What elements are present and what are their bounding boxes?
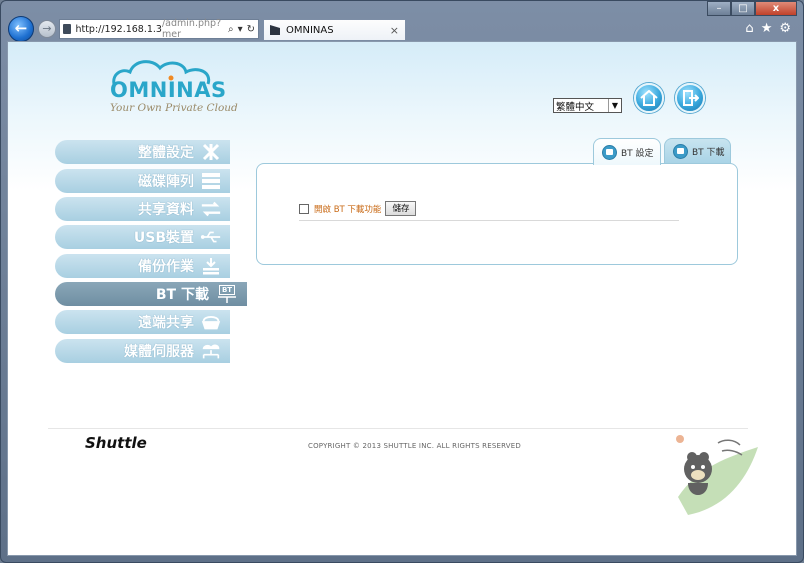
menu-item-remote-share[interactable]: 遠端共享 [55,310,230,334]
remote-basket-icon [200,313,222,331]
menu-item-media-server[interactable]: 媒體伺服器 [55,339,230,363]
house-icon [640,90,658,106]
disk-stack-icon [200,172,222,190]
language-select[interactable]: 繁體中文 ▼ [553,98,622,113]
language-value: 繁體中文 [556,101,595,113]
tab-close-icon[interactable]: × [390,24,399,37]
menu-item-usb[interactable]: USB裝置 [55,225,230,249]
page-icon [63,24,72,34]
page-viewport: OMNINAS Your Own Private Cloud 繁體中文 ▼ 整體… [7,41,797,556]
menu-label: 磁碟陣列 [138,174,194,190]
url-path: /admin.php?mer [161,18,222,40]
home-icon[interactable]: ⌂ [745,21,753,36]
menu-item-backup[interactable]: 備份作業 [55,254,230,278]
refresh-icon[interactable]: ↻ [247,24,255,35]
menu-label: 整體設定 [138,145,194,161]
tab-bt-settings[interactable]: BT 設定 [593,138,661,165]
shuttle-logo: Shuttle [85,434,147,452]
browser-tab[interactable]: OMNINAS × [263,19,406,40]
logout-icon [683,90,699,106]
window-controls: – □ x [707,1,797,16]
url-host: http://192.168.1.3 [75,23,162,35]
dropdown-icon[interactable]: ▾ [238,24,243,35]
backup-icon [200,257,222,275]
logo-text: OMNINAS [110,78,227,102]
tab-label: BT 下載 [692,148,725,158]
close-button[interactable]: x [755,1,797,16]
favicon-icon [270,25,280,35]
menu-item-raid[interactable]: 磁碟陣列 [55,169,230,193]
menu-item-bt-download[interactable]: BT 下載 BT [55,282,247,306]
tab-bt-download[interactable]: BT 下載 [664,138,731,164]
minimize-button[interactable]: – [707,1,731,16]
home-button[interactable] [634,83,664,113]
chevron-down-icon: ▼ [608,99,621,112]
address-tools: ⌕ ▾ ↻ [228,24,258,35]
enable-bt-row: 開啟 BT 下載功能 儲存 [299,201,679,221]
menu-label: USB裝置 [133,230,194,246]
logout-button[interactable] [675,83,705,113]
mascot-watermark-icon [676,435,758,515]
maximize-button[interactable]: □ [731,1,755,16]
menu-label: 共享資料 [138,202,194,218]
search-icon[interactable]: ⌕ [228,24,234,35]
back-arrow-icon[interactable]: ← [8,16,34,42]
logo-tagline: Your Own Private Cloud [110,102,238,114]
browser-window: ← → http://192.168.1.3 /admin.php?mer ⌕ … [0,0,804,563]
enable-bt-checkbox[interactable] [299,203,309,214]
bt-icon: BT [215,285,239,303]
enable-bt-label: 開啟 BT 下載功能 [314,204,382,215]
menu-item-general-settings[interactable]: 整體設定 [55,140,230,164]
address-bar[interactable]: http://192.168.1.3 /admin.php?mer ⌕ ▾ ↻ [59,18,259,40]
browser-icons: ⌂ ★ ⚙ [745,21,791,36]
tab-label: BT 設定 [621,148,654,159]
share-arrows-icon [200,200,222,218]
bt-badge: BT [218,285,236,295]
footer-divider [48,428,748,429]
tools-icon [200,143,222,161]
menu-item-shared-data[interactable]: 共享資料 [55,197,230,221]
settings-gear-icon[interactable]: ⚙ [779,21,791,36]
browser-toolbar: ← → http://192.168.1.3 /admin.php?mer ⌕ … [1,1,803,42]
menu-label: 媒體伺服器 [124,344,194,360]
menu-label: 遠端共享 [138,315,194,331]
favorites-star-icon[interactable]: ★ [761,21,773,36]
omninas-logo: OMNINAS Your Own Private Cloud [108,56,238,116]
save-button[interactable]: 儲存 [385,201,417,216]
media-server-icon [200,342,222,360]
bt-settings-panel: 開啟 BT 下載功能 儲存 [256,163,738,265]
monitor-icon [673,144,688,159]
tab-title: OMNINAS [286,24,334,36]
monitor-icon [602,144,617,160]
usb-icon [200,228,222,246]
menu-label: BT 下載 [155,287,209,303]
copyright-text: COPYRIGHT © 2013 SHUTTLE INC. ALL RIGHTS… [308,442,521,450]
menu-label: 備份作業 [138,259,194,275]
forward-arrow-icon[interactable]: → [38,20,56,38]
